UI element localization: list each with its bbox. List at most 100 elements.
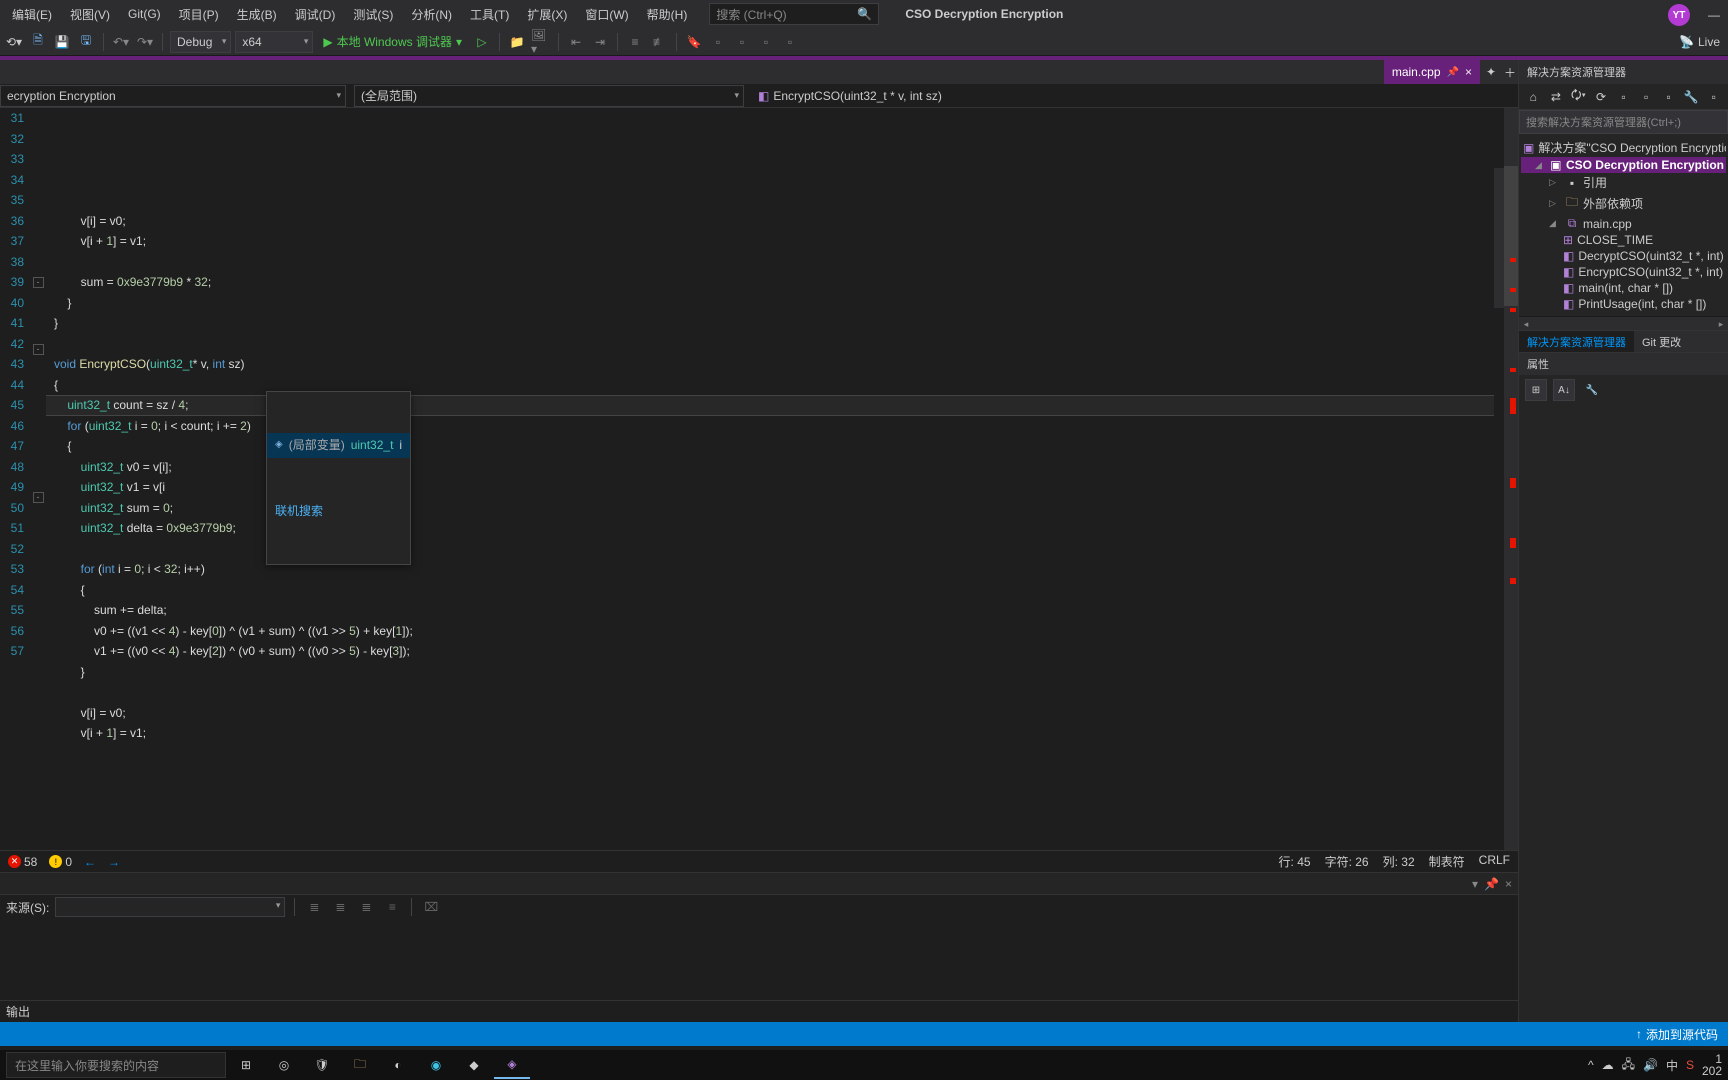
tray-ime-icon[interactable]: 中 xyxy=(1666,1057,1678,1074)
menu-test[interactable]: 测试(S) xyxy=(345,2,401,27)
output-icon-4[interactable]: ≡ xyxy=(382,897,402,917)
back-nav-icon[interactable]: ⟲▾ xyxy=(4,32,24,52)
run-debugger-button[interactable]: ▶ 本地 Windows 调试器 ▾ xyxy=(317,33,468,50)
menu-help[interactable]: 帮助(H) xyxy=(639,2,696,27)
taskbar-app-2[interactable]: 🛡 xyxy=(304,1051,340,1079)
props-wrench-icon[interactable]: 🔧 xyxy=(1581,379,1603,401)
output-footer-tab[interactable]: 输出 xyxy=(0,1000,1518,1022)
scroll-left-icon[interactable]: ◂ xyxy=(1519,317,1533,331)
bookmark-icon[interactable]: 🔖 xyxy=(684,32,704,52)
taskbar-edge-icon[interactable]: ◉ xyxy=(418,1051,454,1079)
output-pin-icon[interactable]: 📌 xyxy=(1484,877,1499,891)
toolbar-icon-a[interactable]: ▫ xyxy=(708,32,728,52)
menu-analyze[interactable]: 分析(N) xyxy=(403,2,460,27)
tree-func-main[interactable]: ◧main(int, char * []) xyxy=(1521,280,1726,296)
indent-out-icon[interactable]: ⇤ xyxy=(566,32,586,52)
crumb-function-dropdown[interactable]: ◧ EncryptCSO(uint32_t * v, int sz) xyxy=(752,89,948,103)
se-refresh-icon[interactable]: 🗘▾ xyxy=(1570,88,1587,106)
status-char[interactable]: 字符: 26 xyxy=(1325,853,1369,870)
system-tray[interactable]: ^ ☁ 🖧 🔊 中 S 1202 xyxy=(1588,1053,1722,1077)
expand-icon[interactable]: ▷ xyxy=(1549,198,1561,209)
solution-hscroll[interactable]: ◂ ▸ xyxy=(1519,316,1728,330)
intellisense-popup[interactable]: ◈ (局部变量) uint32_t i 联机搜索 xyxy=(266,391,411,565)
se-icon-7[interactable]: ▫ xyxy=(1660,88,1677,106)
undo-icon[interactable]: ↶▾ xyxy=(111,32,131,52)
menu-extensions[interactable]: 扩展(X) xyxy=(519,2,575,27)
menu-build[interactable]: 生成(B) xyxy=(229,2,285,27)
menu-git[interactable]: Git(G) xyxy=(120,3,169,25)
add-to-source-control[interactable]: ↑ 添加到源代码 xyxy=(1636,1026,1718,1043)
minimize-button[interactable]: — xyxy=(1708,8,1720,22)
tree-external-deps[interactable]: ▷🗀外部依赖项 xyxy=(1521,192,1726,215)
toolbar-icon-d[interactable]: ▫ xyxy=(780,32,800,52)
tab-options-icon[interactable]: ✦ xyxy=(1480,60,1502,84)
menu-view[interactable]: 视图(V) xyxy=(62,2,118,27)
nav-forward-icon[interactable]: → xyxy=(108,855,120,869)
expand-icon[interactable]: ◢ xyxy=(1549,218,1561,229)
tree-func-decrypt[interactable]: ◧DecryptCSO(uint32_t *, int) xyxy=(1521,248,1726,264)
editor-tab-main[interactable]: main.cpp 📌 × xyxy=(1384,60,1480,84)
tree-func-closetime[interactable]: ⊞CLOSE_TIME xyxy=(1521,232,1726,248)
code-editor[interactable]: 3132333435363738394041424344454647484950… xyxy=(0,108,1518,850)
tray-app-icon[interactable]: S xyxy=(1686,1058,1694,1072)
crumb-project-dropdown[interactable]: ecryption Encryption xyxy=(0,85,346,107)
tree-func-printusage[interactable]: ◧PrintUsage(int, char * []) xyxy=(1521,296,1726,312)
output-body[interactable] xyxy=(0,919,1518,1000)
status-tabs[interactable]: 制表符 xyxy=(1429,853,1465,870)
indent-in-icon[interactable]: ⇥ xyxy=(590,32,610,52)
toolbar-icon-1[interactable]: 📁 xyxy=(507,32,527,52)
taskbar-search-input[interactable]: 在这里输入你要搜索的内容 xyxy=(6,1052,226,1078)
uncomment-icon[interactable]: ≢ xyxy=(649,32,669,52)
error-count[interactable]: ✕58 xyxy=(8,855,37,869)
warning-count[interactable]: !0 xyxy=(49,855,72,869)
se-icon-6[interactable]: ▫ xyxy=(1638,88,1655,106)
crumb-scope-dropdown[interactable]: (全局范围) xyxy=(354,85,744,107)
expand-icon[interactable]: ◢ xyxy=(1535,160,1546,171)
intellisense-item[interactable]: ◈ (局部变量) uint32_t i xyxy=(267,433,410,458)
config-dropdown[interactable]: Debug xyxy=(170,31,231,53)
tray-cloud-icon[interactable]: ☁ xyxy=(1602,1058,1614,1072)
se-home-icon[interactable]: ⌂ xyxy=(1525,88,1542,106)
taskbar-vs-icon[interactable]: ◈ xyxy=(494,1051,530,1079)
menu-project[interactable]: 项目(P) xyxy=(171,2,227,27)
props-sort-icon[interactable]: A↓ xyxy=(1553,379,1575,401)
run-noDebug-icon[interactable]: ▷ xyxy=(472,32,492,52)
expand-icon[interactable]: ▷ xyxy=(1549,177,1561,188)
taskbar-explorer-icon[interactable]: 🗀 xyxy=(342,1051,378,1079)
solution-tree[interactable]: ▣解决方案"CSO Decryption Encryption"( ◢▣CSO … xyxy=(1519,134,1728,316)
menu-tools[interactable]: 工具(T) xyxy=(462,2,517,27)
tab-git-changes[interactable]: Git 更改 xyxy=(1634,331,1689,352)
tree-project[interactable]: ◢▣CSO Decryption Encryption xyxy=(1521,157,1726,173)
comment-icon[interactable]: ≡ xyxy=(625,32,645,52)
new-file-icon[interactable]: 🗎 xyxy=(28,32,48,52)
taskbar-app-1[interactable]: ◎ xyxy=(266,1051,302,1079)
save-all-icon[interactable]: 🖫 xyxy=(76,32,96,52)
output-icon-2[interactable]: ≣ xyxy=(330,897,350,917)
se-wrench-icon[interactable]: 🔧 xyxy=(1683,88,1700,106)
props-categorize-icon[interactable]: ⊞ xyxy=(1525,379,1547,401)
status-eol[interactable]: CRLF xyxy=(1479,853,1510,870)
toolbar-icon-c[interactable]: ▫ xyxy=(756,32,776,52)
se-icon-9[interactable]: ▫ xyxy=(1706,88,1723,106)
live-share-button[interactable]: 📡 Live xyxy=(1679,35,1720,49)
toolbar-icon-2[interactable]: 🖼▾ xyxy=(531,32,551,52)
redo-icon[interactable]: ↷▾ xyxy=(135,32,155,52)
intellisense-online-search[interactable]: 联机搜索 xyxy=(267,499,410,524)
tree-references[interactable]: ▷▪引用 xyxy=(1521,173,1726,192)
se-nav-icon[interactable]: ⇄ xyxy=(1548,88,1565,106)
output-icon-3[interactable]: ≣ xyxy=(356,897,376,917)
tree-file-main[interactable]: ◢⧉main.cpp xyxy=(1521,215,1726,232)
se-sync-icon[interactable]: ⟳ xyxy=(1593,88,1610,106)
taskbar-app-4[interactable]: ◐ xyxy=(380,1051,416,1079)
toolbar-icon-b[interactable]: ▫ xyxy=(732,32,752,52)
taskview-icon[interactable]: ⊞ xyxy=(228,1051,264,1079)
nav-back-icon[interactable]: ← xyxy=(84,855,96,869)
user-avatar[interactable]: YT xyxy=(1668,4,1690,26)
tree-func-encrypt[interactable]: ◧EncryptCSO(uint32_t *, int) xyxy=(1521,264,1726,280)
tab-solution-explorer[interactable]: 解决方案资源管理器 xyxy=(1519,331,1634,352)
tray-vol-icon[interactable]: 🔊 xyxy=(1643,1058,1658,1072)
close-tab-icon[interactable]: × xyxy=(1465,65,1472,79)
output-close-icon[interactable]: × xyxy=(1505,877,1512,891)
scroll-right-icon[interactable]: ▸ xyxy=(1714,317,1728,331)
fold-gutter[interactable]: --- xyxy=(30,108,46,850)
